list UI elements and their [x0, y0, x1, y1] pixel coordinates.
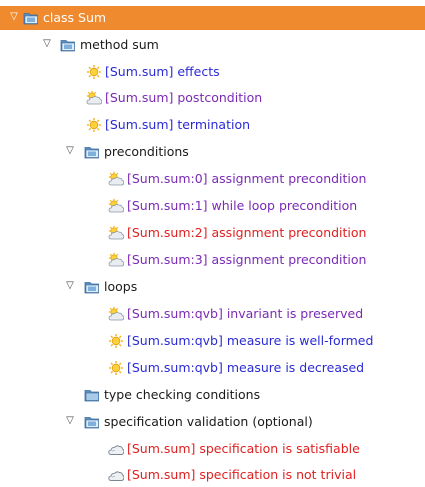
tree-node-label: loops	[104, 279, 138, 294]
tree-node-vc[interactable]: [Sum.sum:qvb] measure is decreased	[0, 356, 425, 380]
tree-node-label: [Sum.sum] postcondition	[105, 90, 263, 105]
tree-node-label: type checking conditions	[104, 387, 261, 402]
tree-node-vc[interactable]: [Sum.sum:3] assignment precondition	[0, 248, 425, 272]
tree-node-label: class Sum	[43, 10, 107, 25]
tree-node-vc[interactable]: [Sum.sum] postcondition	[0, 86, 425, 110]
expand-toggle-icon[interactable]: ▽	[64, 145, 76, 157]
sunny-icon	[86, 117, 102, 133]
folder-icon	[84, 414, 100, 430]
tree-node-vc[interactable]: [Sum.sum:2] assignment precondition	[0, 221, 425, 245]
folder-icon	[84, 279, 100, 295]
tree-node-label: preconditions	[104, 144, 189, 159]
expand-toggle-icon[interactable]: ▽	[64, 280, 76, 292]
tree-node-label: [Sum.sum] specification is not trivial	[127, 467, 357, 482]
tree-node-label: [Sum.sum:qvb] measure is well-formed	[127, 333, 374, 348]
tree-node-label: [Sum.sum] effects	[105, 64, 220, 79]
method-folder-icon	[60, 37, 76, 53]
partly-cloudy-icon	[108, 306, 124, 322]
tree-node-label: [Sum.sum] termination	[105, 117, 251, 132]
expand-toggle-icon[interactable]: ▽	[8, 11, 20, 23]
tree-node-class-sum[interactable]: ▽ class Sum	[0, 6, 425, 30]
tree-node-vc[interactable]: [Sum.sum:1] while loop precondition	[0, 194, 425, 218]
class-folder-icon	[23, 10, 39, 26]
tree-node-vc[interactable]: [Sum.sum] specification is not trivial	[0, 463, 425, 487]
partly-cloudy-icon	[108, 171, 124, 187]
tree-node-vc[interactable]: [Sum.sum] specification is satisfiable	[0, 437, 425, 461]
tree-node-vc[interactable]: [Sum.sum:0] assignment precondition	[0, 167, 425, 191]
tree-node-label: [Sum.sum:qvb] measure is decreased	[127, 360, 365, 375]
tree-node-label: method sum	[80, 37, 159, 52]
tree-node-spec-validation[interactable]: ▽ specification validation (optional)	[0, 410, 425, 434]
tree-node-method-sum[interactable]: ▽ method sum	[0, 33, 425, 57]
expand-toggle-icon[interactable]: ▽	[41, 38, 53, 50]
tree-node-label: [Sum.sum] specification is satisfiable	[127, 441, 360, 456]
tree-node-preconditions[interactable]: ▽ preconditions	[0, 140, 425, 164]
cloudy-icon	[108, 467, 124, 483]
partly-cloudy-icon	[108, 225, 124, 241]
sunny-icon	[86, 64, 102, 80]
tree-node-label: specification validation (optional)	[104, 414, 313, 429]
expand-toggle-icon[interactable]: ▽	[64, 415, 76, 427]
tree-node-label: [Sum.sum:3] assignment precondition	[127, 252, 367, 267]
tree-node-loops[interactable]: ▽ loops	[0, 275, 425, 299]
folder-icon	[84, 387, 100, 403]
tree-node-vc[interactable]: [Sum.sum:qvb] measure is well-formed	[0, 329, 425, 353]
partly-cloudy-icon	[108, 252, 124, 268]
tree-node-label: [Sum.sum:qvb] invariant is preserved	[127, 306, 364, 321]
partly-cloudy-icon	[108, 198, 124, 214]
tree-node-type-checking[interactable]: type checking conditions	[0, 383, 425, 407]
tree-node-vc[interactable]: [Sum.sum:qvb] invariant is preserved	[0, 302, 425, 326]
tree-node-label: [Sum.sum:1] while loop precondition	[127, 198, 358, 213]
tree-node-vc[interactable]: [Sum.sum] termination	[0, 113, 425, 137]
partly-cloudy-icon	[86, 90, 102, 106]
tree-node-label: [Sum.sum:0] assignment precondition	[127, 171, 367, 186]
sunny-icon	[108, 333, 124, 349]
folder-icon	[84, 144, 100, 160]
cloudy-icon	[108, 441, 124, 457]
sunny-icon	[108, 360, 124, 376]
tree-node-vc[interactable]: [Sum.sum] effects	[0, 60, 425, 84]
tree-node-label: [Sum.sum:2] assignment precondition	[127, 225, 367, 240]
